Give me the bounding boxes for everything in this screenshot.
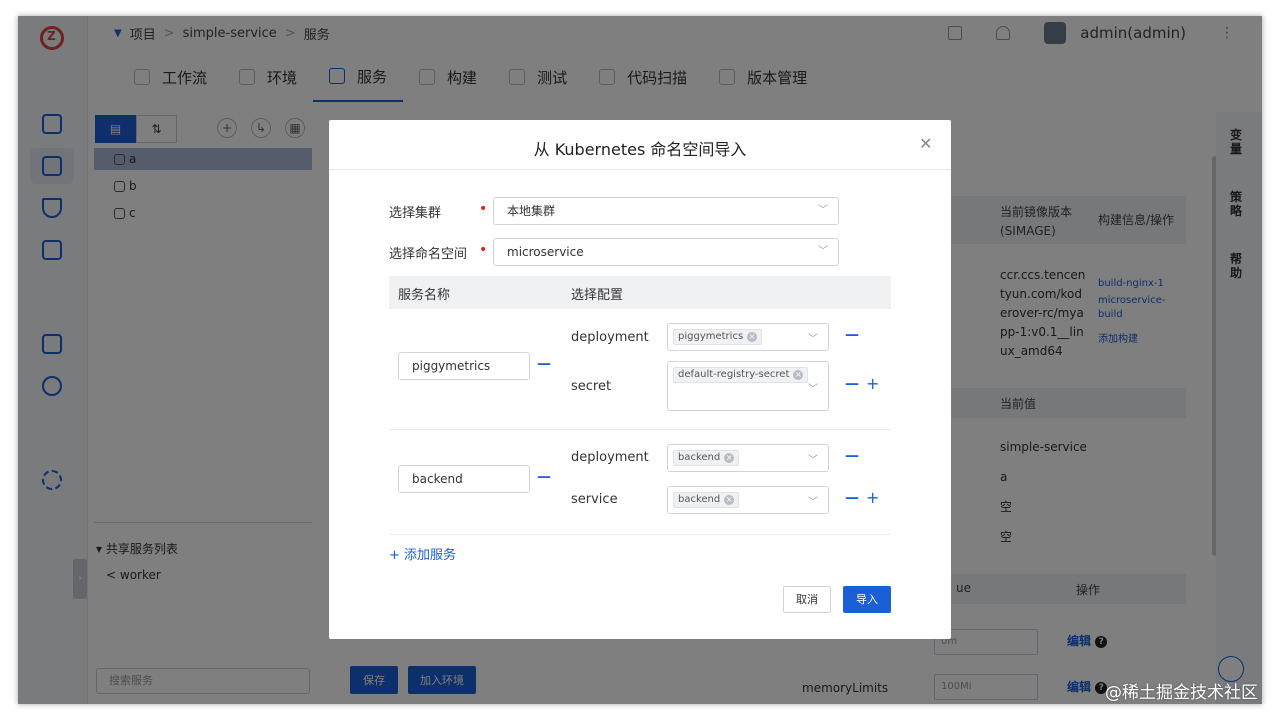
tag-label: piggymetrics (678, 331, 744, 342)
namespace-value: microservice (507, 245, 584, 259)
remove-service-icon[interactable]: — (537, 469, 551, 485)
required-mark: • (479, 242, 488, 258)
watermark: @稀土掘金技术社区 (1105, 683, 1258, 703)
row-divider (389, 429, 891, 430)
config-tag: backend × (673, 492, 740, 508)
remove-tag-icon[interactable]: × (793, 370, 804, 380)
cluster-label: 选择集群 (389, 206, 442, 221)
config-kind: secret (571, 379, 612, 394)
cluster-select[interactable]: 本地集群 ﹀ (493, 197, 839, 225)
close-icon[interactable]: ✕ (919, 134, 932, 153)
col-service-name: 服务名称 (398, 288, 451, 303)
tag-label: default-registry-secret (678, 369, 790, 380)
chevron-down-icon: ﹀ (808, 334, 818, 345)
chevron-down-icon: ﹀ (808, 497, 818, 508)
divider (329, 169, 951, 170)
chevron-down-icon: ﹀ (818, 205, 828, 216)
remove-config-icon[interactable]: — (845, 327, 859, 343)
config-tag: default-registry-secret × (673, 367, 809, 383)
service-name-input[interactable]: backend (398, 465, 530, 493)
config-tag: backend × (673, 450, 740, 466)
dialog-title: 从 Kubernetes 命名空间导入 (533, 140, 747, 159)
service-table-header: 服务名称 选择配置 (389, 276, 891, 309)
import-button[interactable]: 导入 (843, 586, 891, 613)
config-kind: deployment (571, 330, 649, 345)
remove-service-icon[interactable]: — (537, 356, 551, 372)
chevron-down-icon: ﹀ (808, 455, 818, 466)
remove-tag-icon[interactable]: × (747, 332, 758, 342)
row-divider (389, 534, 891, 535)
cluster-value: 本地集群 (507, 204, 556, 218)
col-config: 选择配置 (571, 288, 624, 303)
namespace-select[interactable]: microservice ﹀ (493, 238, 839, 266)
chevron-down-icon: ﹀ (818, 246, 828, 257)
required-mark: • (479, 201, 488, 217)
add-config-icon[interactable]: + (866, 488, 879, 507)
config-select[interactable]: piggymetrics × ﹀ (667, 323, 829, 351)
add-service-label: 添加服务 (404, 548, 457, 563)
import-dialog: 从 Kubernetes 命名空间导入 ✕ 选择集群 • 本地集群 ﹀ 选择命名空… (329, 120, 951, 639)
service-name-input[interactable]: piggymetrics (398, 352, 530, 380)
remove-config-icon[interactable]: — (845, 376, 859, 392)
cancel-button[interactable]: 取消 (783, 586, 831, 613)
config-kind: service (571, 492, 618, 507)
config-select[interactable]: backend × ﹀ (667, 486, 829, 514)
remove-tag-icon[interactable]: × (724, 453, 735, 463)
remove-config-icon[interactable]: — (845, 448, 859, 464)
namespace-label: 选择命名空间 (389, 247, 468, 262)
config-select[interactable]: backend × ﹀ (667, 444, 829, 472)
chevron-down-icon: ﹀ (808, 384, 818, 395)
remove-tag-icon[interactable]: × (724, 495, 735, 505)
config-select[interactable]: default-registry-secret × ﹀ (667, 361, 829, 411)
config-kind: deployment (571, 450, 649, 465)
config-tag: piggymetrics × (673, 329, 763, 345)
add-service-button[interactable]: + 添加服务 (389, 544, 456, 563)
tag-label: backend (678, 452, 721, 463)
add-config-icon[interactable]: + (866, 374, 879, 393)
tag-label: backend (678, 494, 721, 505)
remove-config-icon[interactable]: — (845, 490, 859, 506)
